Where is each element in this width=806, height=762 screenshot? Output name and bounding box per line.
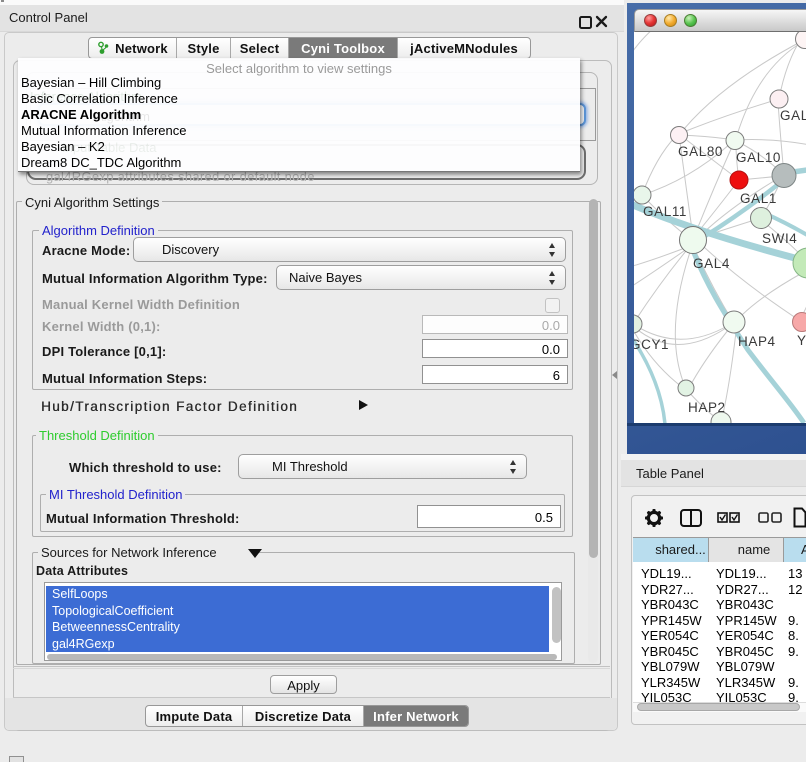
svg-text:GAL80: GAL80 <box>678 144 723 159</box>
svg-text:GAL4: GAL4 <box>693 256 730 271</box>
svg-text:HAP4: HAP4 <box>738 334 776 349</box>
svg-text:GAL10: GAL10 <box>736 150 781 165</box>
svg-text:YH: YH <box>797 333 806 348</box>
svg-text:HAP2: HAP2 <box>688 400 726 415</box>
svg-text:GAL11: GAL11 <box>643 204 687 219</box>
svg-text:GAL7: GAL7 <box>780 108 806 123</box>
svg-text:GCY1: GCY1 <box>634 337 669 352</box>
svg-text:GAL1: GAL1 <box>740 191 777 206</box>
svg-text:SWI4: SWI4 <box>762 231 797 246</box>
